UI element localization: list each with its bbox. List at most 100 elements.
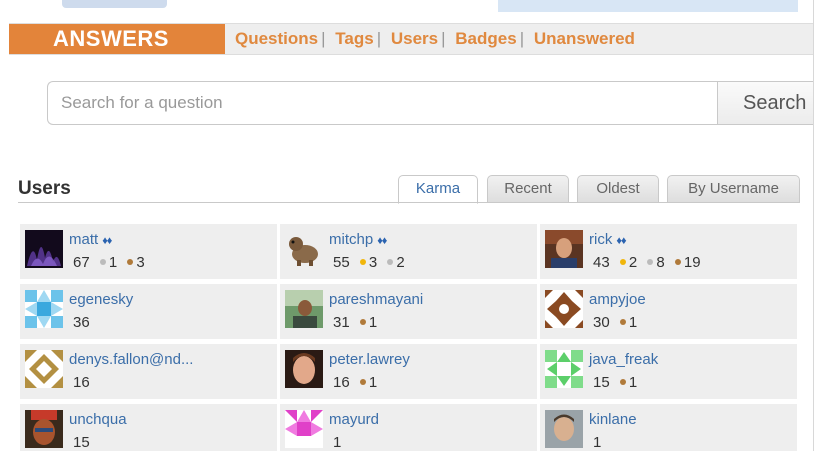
user-stats: 1	[333, 434, 341, 451]
bronze-badge: 19	[674, 254, 701, 271]
nav-link-badges[interactable]: Badges	[455, 29, 516, 48]
bronze-dot-icon	[359, 319, 366, 326]
bronze-dot-icon	[619, 379, 626, 386]
nav-separator: |	[321, 29, 326, 48]
egenesky-avatar[interactable]	[25, 290, 63, 328]
bronze-badge: 1	[359, 314, 378, 331]
nav-link-tags[interactable]: Tags	[335, 29, 373, 48]
unchqua-avatar[interactable]	[25, 410, 63, 448]
user-name[interactable]: matt ♦♦	[69, 231, 112, 248]
user-stats: 16	[73, 374, 90, 391]
nav-links: Questions | Tags | Users | Badges | Unanswer…	[235, 24, 635, 54]
tab-by-username[interactable]: By Username	[667, 175, 800, 203]
nav-separator: |	[376, 29, 382, 48]
search-input[interactable]	[47, 81, 717, 125]
page-title: Users	[18, 178, 71, 199]
moderator-diamonds: ♦♦	[102, 235, 112, 247]
window-edge	[813, 0, 822, 451]
search-button[interactable]: Search	[717, 81, 817, 125]
tabs-divider	[18, 202, 798, 203]
kinlane-avatar[interactable]	[545, 410, 583, 448]
tab-karma[interactable]: Karma	[398, 175, 478, 204]
bronze-dot-icon	[127, 259, 134, 266]
user-card[interactable]: unchqua 15	[20, 404, 277, 451]
user-name[interactable]: unchqua	[69, 411, 127, 428]
user-name-text: ampyjoe	[589, 291, 646, 308]
user-name[interactable]: mitchp ♦♦	[329, 231, 387, 248]
user-card[interactable]: rick ♦♦ 43 2 8 19	[540, 224, 797, 279]
user-stats: 67 1 3	[73, 254, 145, 271]
moderator-diamonds: ♦♦	[616, 235, 626, 247]
bronze-dot-icon	[359, 379, 366, 386]
user-name[interactable]: ampyjoe	[589, 291, 646, 308]
user-card[interactable]: mitchp ♦♦ 55 3 2	[280, 224, 537, 279]
user-name[interactable]: kinlane	[589, 411, 637, 428]
user-card[interactable]: matt ♦♦ 67 1 3	[20, 224, 277, 279]
page: ANSWERS Questions | Tags | Users | Badges | …	[0, 0, 822, 451]
user-stats: 15	[73, 434, 90, 451]
moderator-diamonds: ♦♦	[377, 235, 387, 247]
tab-oldest[interactable]: Oldest	[577, 175, 659, 203]
karma-value: 16	[73, 374, 90, 391]
user-card[interactable]: java_freak 15 1	[540, 344, 797, 399]
nav-link-questions[interactable]: Questions	[235, 29, 318, 48]
user-card[interactable]: peter.lawrey 16 1	[280, 344, 537, 399]
user-name-text: matt	[69, 231, 99, 248]
bronze-badge: 3	[127, 254, 145, 271]
user-name[interactable]: denys.fallon@nd...	[69, 351, 193, 368]
user-name[interactable]: rick ♦♦	[589, 231, 627, 248]
mitchp-avatar[interactable]	[285, 230, 323, 268]
bronze-count: 19	[683, 254, 701, 271]
user-card[interactable]: pareshmayani 31 1	[280, 284, 537, 339]
user-name[interactable]: egenesky	[69, 291, 133, 308]
user-name[interactable]: java_freak	[589, 351, 658, 368]
karma-value: 30	[593, 314, 610, 331]
silver-dot-icon	[387, 259, 394, 266]
gold-badge: 2	[619, 254, 638, 271]
user-card[interactable]: mayurd 1	[280, 404, 537, 451]
pareshmayani-avatar[interactable]	[285, 290, 323, 328]
gold-count: 3	[368, 254, 378, 271]
bronze-badge: 1	[359, 374, 377, 391]
user-name[interactable]: mayurd	[329, 411, 379, 428]
bronze-badge: 1	[619, 314, 637, 331]
user-name[interactable]: pareshmayani	[329, 291, 423, 308]
gold-count: 2	[628, 254, 638, 271]
nav-link-unanswered[interactable]: Unanswered	[534, 29, 635, 48]
karma-value: 55	[333, 254, 350, 271]
java-freak-avatar[interactable]	[545, 350, 583, 388]
user-name[interactable]: peter.lawrey	[329, 351, 410, 368]
karma-value: 67	[73, 254, 90, 271]
bronze-count: 3	[136, 254, 145, 271]
user-stats: 15 1	[593, 374, 637, 391]
tab-recent[interactable]: Recent	[487, 175, 569, 203]
silver-badge: 2	[387, 254, 405, 271]
answers-brand[interactable]: ANSWERS	[9, 24, 225, 54]
gold-dot-icon	[619, 259, 626, 266]
nav-bar: ANSWERS Questions | Tags | Users | Badges | …	[9, 23, 813, 55]
user-card[interactable]: denys.fallon@nd... 16	[20, 344, 277, 399]
karma-value: 15	[593, 374, 610, 391]
user-name-text: kinlane	[589, 411, 637, 428]
user-name-text: mayurd	[329, 411, 380, 428]
nav-separator: |	[441, 29, 446, 48]
rick-avatar[interactable]	[545, 230, 583, 268]
user-stats: 31 1	[333, 314, 377, 331]
ampyjoe-avatar[interactable]	[545, 290, 583, 328]
user-card[interactable]: egenesky 36	[20, 284, 277, 339]
peter-avatar[interactable]	[285, 350, 323, 388]
header-banner-fragment	[498, 0, 798, 12]
mayurd-avatar[interactable]	[285, 410, 323, 448]
matt-avatar[interactable]	[25, 230, 63, 268]
denys-avatar[interactable]	[25, 350, 63, 388]
user-name-text: peter.lawrey	[329, 351, 410, 368]
user-card[interactable]: ampyjoe 30 1	[540, 284, 797, 339]
karma-value: 1	[593, 434, 602, 451]
karma-value: 43	[593, 254, 610, 271]
user-stats: 16 1	[333, 374, 377, 391]
user-stats: 55 3 2	[333, 254, 405, 271]
bronze-count: 1	[368, 314, 378, 331]
user-name-text: java_freak	[589, 351, 659, 368]
nav-link-users[interactable]: Users	[391, 29, 438, 48]
user-card[interactable]: kinlane 1	[540, 404, 797, 451]
